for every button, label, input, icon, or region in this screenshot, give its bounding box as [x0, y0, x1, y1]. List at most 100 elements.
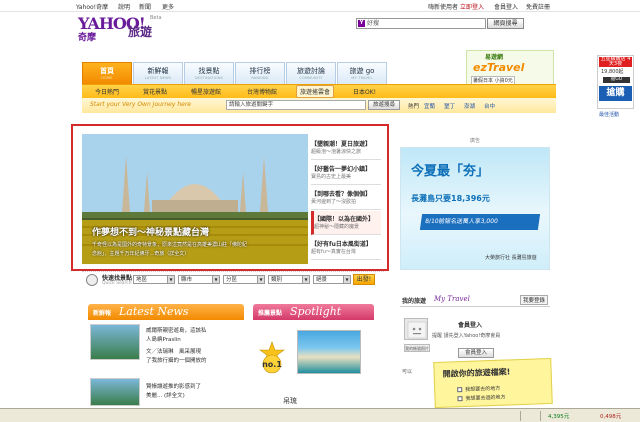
news-title[interactable]: Latest News — [119, 305, 189, 318]
side-banner-ad[interactable]: 五星級飯店 4天3夜 19,800起 搶GO 搶購 — [597, 55, 634, 109]
news-item-line[interactable]: 威爾斯親密遊島，這該私 — [146, 326, 207, 334]
ad-header: 廣告 — [469, 138, 480, 144]
hot-link[interactable]: 澎湖 — [464, 102, 475, 110]
my-travel-register-button[interactable]: 我要登錄 — [519, 295, 548, 305]
tab-home[interactable]: 首頁 HOME — [82, 62, 132, 84]
side-ad-link[interactable]: 最佳活動 — [599, 111, 619, 118]
travel-search-input[interactable]: 請輸入旅遊關鍵字 — [226, 100, 366, 110]
journey-hint: Start your Very Own Journey here — [90, 101, 191, 108]
news-item-line[interactable]: 文／法瑞琳 風采展現 — [146, 347, 201, 355]
ad-price: 長灘島只要18,396元 — [411, 194, 490, 203]
tab-ranking[interactable]: 排行榜 RANKING — [235, 62, 285, 84]
quick-search-go-button[interactable]: 出發! — [353, 274, 375, 285]
link-signup[interactable]: 免費註冊 — [526, 2, 550, 11]
hot-link[interactable]: 台中 — [484, 102, 495, 110]
status-value-down: 0,498元 — [600, 414, 622, 420]
feature-desc: 千奇怪以為是國外的奇特景象，原來這竟然是在高雄美濃山莊「佛陀紀 — [92, 242, 248, 248]
link-yahoo-home[interactable]: Yahoo!奇摩 — [76, 2, 108, 11]
spotlight-header: 推薦景點 Spotlight — [253, 304, 374, 320]
login-subtitle: 提醒 請先登入Yahoo!奇摩會員 — [432, 333, 501, 339]
select-category[interactable]: 類別 ▼ — [268, 275, 310, 284]
my-travel-brand: My Travel — [434, 295, 470, 303]
avatar-caption: 我的帳號照片 — [404, 344, 430, 352]
link-signin[interactable]: 立即登入 — [460, 2, 484, 11]
avatar — [404, 318, 428, 340]
travel-search-button[interactable]: 旅遊搜尋 — [368, 100, 400, 110]
web-search-button[interactable]: 網頁搜尋 — [487, 18, 524, 29]
user-icon — [407, 321, 427, 339]
feature-item-head: 【墾親潮！夏日旅遊】 — [311, 141, 372, 148]
tab-latest-news[interactable]: 新鮮報 LATEST NEWS — [133, 62, 183, 84]
chevron-down-icon: ▼ — [167, 276, 174, 283]
tab-label: 找景點 — [198, 67, 220, 75]
chevron-down-icon: ▼ — [302, 276, 309, 283]
tab-my-travel[interactable]: 旅遊 go MY TRAVEL — [337, 62, 387, 84]
feature-list-item-selected[interactable]: 【國際！以為在國外】 超神秘～隱藏的魔景 — [311, 211, 381, 235]
spotlight-caption[interactable]: 帛琉 — [283, 396, 297, 406]
chevron-down-icon: ▼ — [343, 276, 350, 283]
link-news[interactable]: 新聞 — [139, 2, 151, 11]
news-item-line[interactable]: 了我旅行攝的一個開放的 — [146, 356, 207, 364]
web-search-input[interactable]: 好搜 — [356, 18, 486, 29]
news-item-line[interactable]: 賢帳讓遊推的影感到了 — [146, 382, 201, 390]
select-value: 地區 — [136, 277, 148, 283]
ad-strip: 8/10前報名送萬人享3,000 — [419, 214, 541, 230]
tab-label: 排行榜 — [249, 67, 271, 75]
hot-link[interactable]: 墾丁 — [444, 102, 455, 110]
tab-sub: COMMUNITY — [299, 76, 323, 80]
feature-item-head: 【好有fu日本風街道】 — [311, 241, 372, 248]
long-beach-ad[interactable]: 今夏最「夯」 長灘島只要18,396元 8/10前報名送萬人享3,000 大榮旅… — [400, 147, 550, 270]
feature-item-head: 【好藝告一夢幻小鎮】 — [311, 166, 372, 173]
news-item-line[interactable]: 美麗... (詳全文) — [146, 391, 185, 399]
link-member[interactable]: 會員登入 — [494, 2, 518, 11]
feature-list-item[interactable]: 【到哪去看？像個個】 黃河邊到了～沒歐拍 — [311, 186, 381, 210]
spotlight-title[interactable]: Spotlight — [290, 305, 341, 318]
note-title: 開啟你的旅遊檔案! — [442, 367, 511, 379]
tab-destinations[interactable]: 找景點 DESTINATIONS — [184, 62, 234, 84]
feature-list-item[interactable]: 【好藝告一夢幻小鎮】 寶島的古史上最美 — [311, 161, 381, 185]
tab-sub: DESTINATIONS — [194, 76, 224, 80]
chevron-down-icon: ▼ — [257, 276, 264, 283]
top-bar: Yahoo!奇摩 說明 新聞 更多 嗨新使用者 立即登入 會員登入 免費註冊 — [0, 0, 640, 12]
select-scenery[interactable]: 絕景 ▼ — [313, 275, 351, 284]
eztravel-brand: 易遊網 — [485, 54, 504, 61]
hot-link[interactable]: 宜蘭 — [424, 102, 435, 110]
checkbox[interactable] — [457, 396, 463, 402]
feature-item-sub: 超神秘～隱藏的魔景 — [314, 224, 360, 230]
spotlight-image[interactable] — [297, 330, 361, 374]
greeting-text: 嗨新使用者 — [428, 4, 459, 11]
subnav-item[interactable]: 今日熱門 — [92, 86, 122, 97]
select-area[interactable]: 分區 ▼ — [223, 275, 265, 284]
tab-label: 旅遊 go — [349, 67, 375, 75]
browser-status-bar: 4,395元 0,498元 — [0, 408, 640, 422]
news-thumbnail[interactable] — [90, 378, 140, 406]
yahoo-logo-sub: 奇摩 — [78, 33, 97, 43]
subnav-item[interactable]: 賞花景點 — [140, 86, 170, 97]
subnav-item[interactable]: 日本OK! — [350, 86, 379, 97]
chevron-down-icon: ▼ — [212, 276, 219, 283]
travel-file-note[interactable]: 開啟你的旅遊檔案! 我想要去的地方 我想要去過的地方 — [433, 357, 553, 409]
subnav-item[interactable]: 台灣博物館 — [244, 86, 280, 97]
hot-label: 熱門 — [408, 104, 420, 110]
note-line: 我想要去的地方 — [465, 385, 501, 393]
feature-title[interactable]: 作夢想不到～神秘景點藏台灣 — [92, 225, 209, 238]
feature-list-item[interactable]: 【墾親潮！夏日旅遊】 超級泡～泡暑涼快之旅 — [311, 136, 381, 160]
subnav-item[interactable]: 暢星旅遊館 — [188, 86, 224, 97]
eztravel-promo[interactable]: 易遊網 ezTravel 暑假日本 小資0元 — [466, 50, 554, 86]
feature-item-sub: 黃河邊到了～沒歐拍 — [311, 199, 357, 205]
tab-community[interactable]: 旅遊討論 COMMUNITY — [286, 62, 336, 84]
select-city[interactable]: 縣市 ▼ — [178, 275, 220, 284]
tab-label: 首頁 — [100, 67, 114, 75]
news-thumbnail[interactable] — [90, 324, 140, 360]
news-item-line[interactable]: 人島嶼Praslin — [146, 335, 181, 343]
beta-badge: Beta — [150, 15, 162, 21]
side-ad-price: 19,800起 — [601, 69, 624, 75]
subnav-item-active[interactable]: 旅遊搖雲會 — [296, 85, 335, 98]
feature-list-item[interactable]: 【好有fu日本風街道】 超有fu～真實在台灣 — [311, 236, 381, 260]
checkbox[interactable] — [457, 387, 463, 393]
quick-search-sub: Quick Search — [102, 281, 132, 286]
link-more[interactable]: 更多 — [162, 2, 174, 11]
link-help[interactable]: 說明 — [118, 2, 130, 11]
member-login-button[interactable]: 會員登入 — [458, 348, 494, 358]
select-region[interactable]: 地區 ▼ — [133, 275, 175, 284]
